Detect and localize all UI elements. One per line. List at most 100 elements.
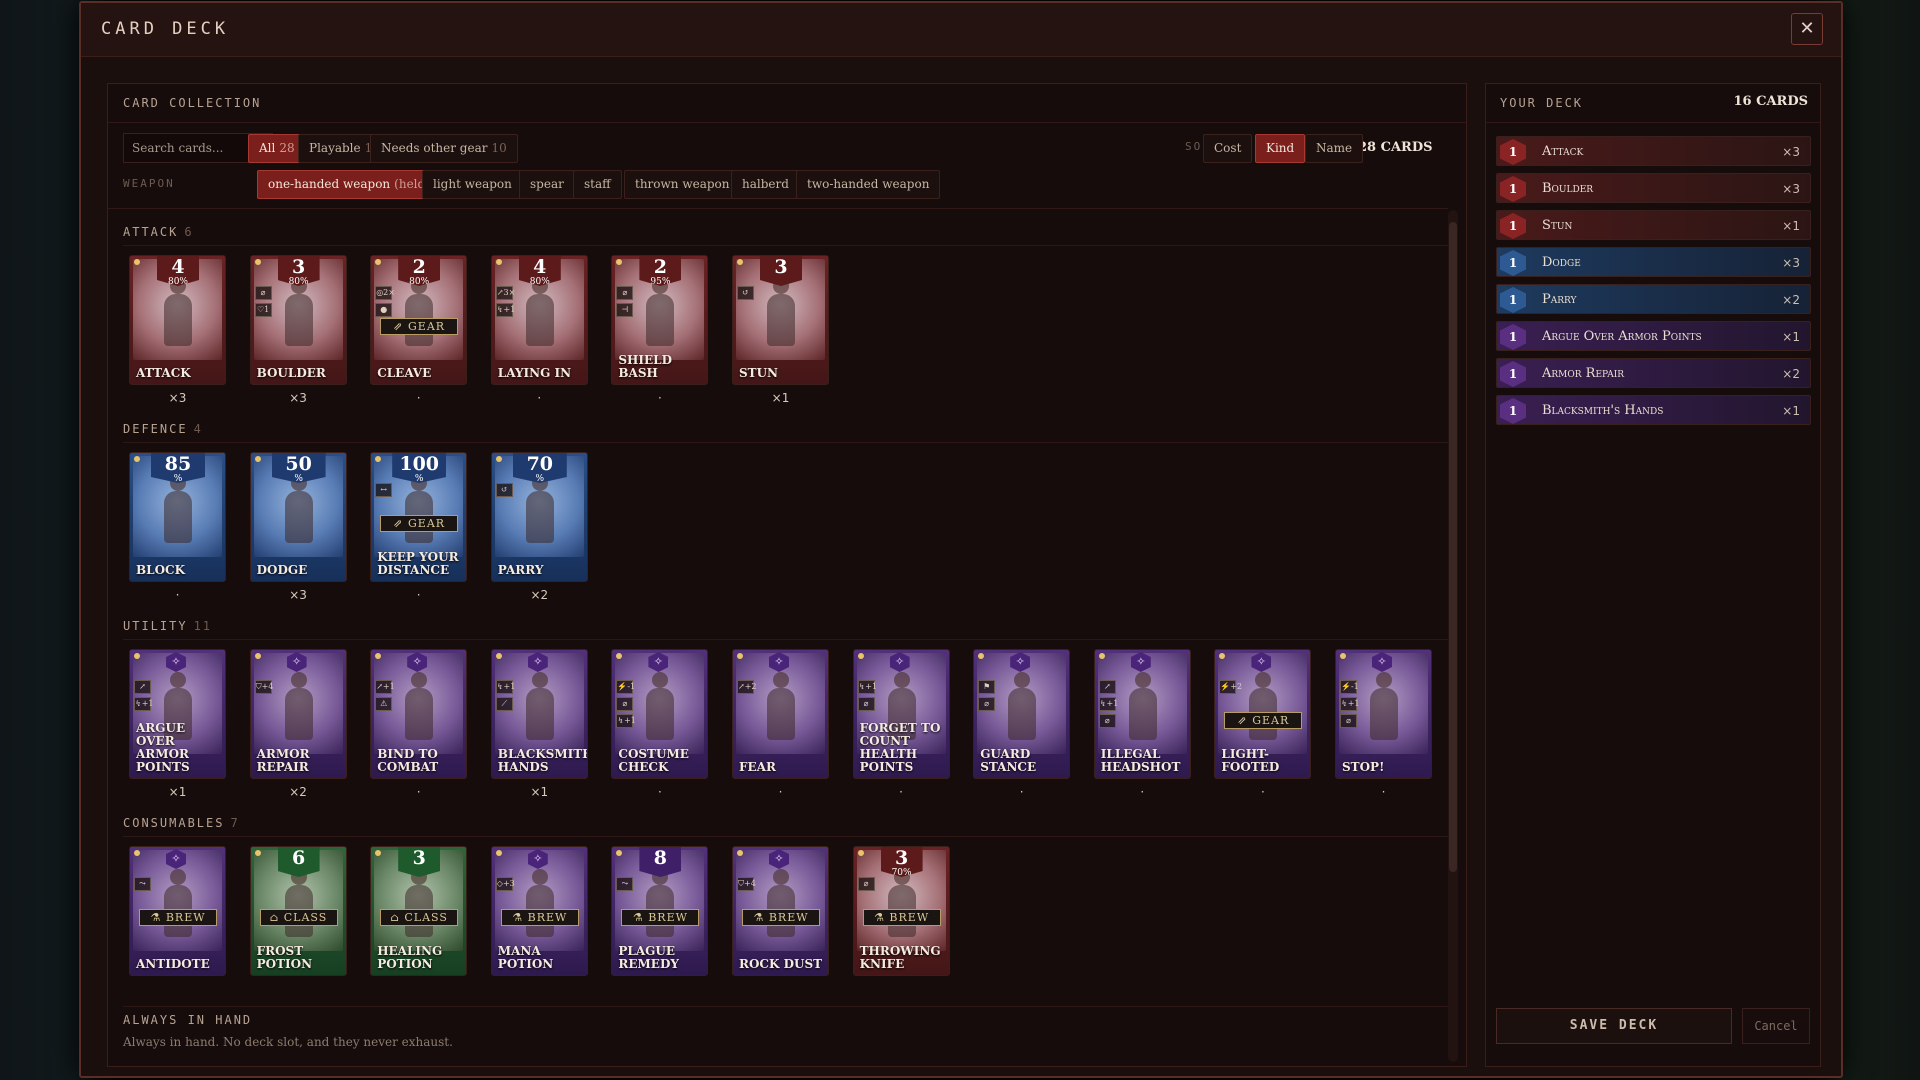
card-plague-remedy[interactable]: 8 ⤳ ⚗ BREW Plague Remedy <box>611 846 709 976</box>
card-stun[interactable]: 3 ↺ Stun <box>732 255 829 385</box>
card-cost: 100% <box>392 453 447 483</box>
card-cost: 8 <box>639 847 682 877</box>
card-grid[interactable]: ATTACK 6 4 80% Attack ×3 3 80% ⌀ ♡1 Boulder ×3 2 80% ◎… <box>108 208 1448 1066</box>
deck-entry-argue-over-armor-points[interactable]: 1 Argue Over Armor Points ×1 <box>1496 321 1811 351</box>
filter-all[interactable]: All 28 <box>248 134 306 163</box>
stat-icon: ⌀ <box>857 697 875 711</box>
card-throwing-knife[interactable]: 3 70% ⌀ ⚗ BREW Throwing Knife <box>852 846 950 976</box>
close-button[interactable]: ✕ <box>1791 13 1823 45</box>
card-count: 28 CARDS <box>1358 140 1433 155</box>
weapon-one-handed-weapon[interactable]: one-handed weapon (held) <box>257 170 441 199</box>
deck-entry-name: Attack <box>1542 144 1584 159</box>
card-name: Rock Dust <box>739 957 823 971</box>
card-laying-in[interactable]: 4 80% ↗3× ↯+1 Laying In <box>490 255 588 385</box>
card-costume-check[interactable]: ✧ ⚡-1 ⌀ ↯+1 Costume Check <box>611 649 709 779</box>
card-mana-potion[interactable]: ✧ ◇+3 ⚗ BREW Mana Potion <box>490 846 588 976</box>
weapon-two-handed-weapon[interactable]: two-handed weapon <box>796 170 941 199</box>
card-name: Light-Footed <box>1221 747 1280 774</box>
card-argue-over-armor-points[interactable]: ✧ ↗ ↯+1 Argue Over Armor Points <box>129 649 226 779</box>
save-deck-button[interactable]: SAVE DECK <box>1496 1008 1732 1044</box>
deck-count: 16 CARDS <box>1733 94 1808 109</box>
sort-kind[interactable]: Kind <box>1255 134 1306 163</box>
card-armor-repair[interactable]: ✧ ⛉+4 Armor Repair <box>249 649 347 779</box>
card-healing-potion[interactable]: 3 ⌂ CLASS Healing Potion <box>370 846 468 976</box>
stat-icon: ⌀ <box>616 697 634 711</box>
sort-cost[interactable]: Cost <box>1203 134 1253 163</box>
deck-entry-dodge[interactable]: 1 Dodge ×3 <box>1496 247 1811 277</box>
card-boulder[interactable]: 3 80% ⌀ ♡1 Boulder <box>249 255 347 385</box>
deck-entry-armor-repair[interactable]: 1 Armor Repair ×2 <box>1496 358 1811 388</box>
card-tag: ⚗ BREW <box>862 909 941 926</box>
card-quantity: · <box>1019 785 1024 799</box>
scrollbar-thumb[interactable] <box>1449 222 1457 872</box>
card-illegal-headshot[interactable]: ✧ ↗ ↯+1 ⌀ Illegal Headshot <box>1093 649 1191 779</box>
card-name: Keep Your Distance <box>377 550 459 577</box>
cancel-button[interactable]: Cancel <box>1742 1008 1810 1044</box>
deck-entry-parry[interactable]: 1 Parry ×2 <box>1496 284 1811 314</box>
card-antidote[interactable]: ✧ ⤳ ⚗ BREW Antidote <box>129 846 226 976</box>
card-figure <box>284 475 313 543</box>
section-count: 7 <box>230 816 240 830</box>
stat-icon: ⊣ <box>616 303 634 317</box>
card-dodge[interactable]: 50% Dodge <box>249 452 347 582</box>
card-name: Illegal Headshot <box>1100 747 1181 774</box>
card-frost-potion[interactable]: 6 ⌂ CLASS Frost Potion <box>249 846 347 976</box>
stat-icon: ↯+1 <box>495 303 515 317</box>
card-name: Laying In <box>497 366 572 380</box>
stat-icon: ⌀ <box>254 286 272 300</box>
card-light-footed[interactable]: ✧ ⚡+2 ⇗ GEAR Light-Footed <box>1214 649 1312 779</box>
card-bind-to-combat[interactable]: ✧ ↗+1 ⚠ Bind to Combat <box>370 649 468 779</box>
card-cost: 2 95% <box>639 256 682 286</box>
card-cost: 3 <box>398 847 441 877</box>
card-forget-to-count-health-points[interactable]: ✧ ↯+1 ⌀ Forget to Count Health Points <box>852 649 950 779</box>
weapon-halberd[interactable]: halberd <box>731 170 800 199</box>
card-name: Costume Check <box>618 747 689 774</box>
weapon-thrown-weapon[interactable]: thrown weapon <box>624 170 741 199</box>
cost-value: 3 <box>291 256 306 278</box>
card-figure <box>525 475 554 543</box>
weapon-staff[interactable]: staff <box>573 170 622 199</box>
card-name: Cleave <box>377 366 432 380</box>
deck-entry-stun[interactable]: 1 Stun ×1 <box>1496 210 1811 240</box>
card-deck-modal: CARD DECK ✕ CARD COLLECTION SORT 28 CARD… <box>79 1 1843 1078</box>
card-tag: ⌂ CLASS <box>259 909 338 926</box>
card-rock-dust[interactable]: ✧ ⛉+4 ⚗ BREW Rock Dust <box>732 846 829 976</box>
section-name: UTILITY <box>123 619 188 633</box>
deck-entry-boulder[interactable]: 1 Boulder ×3 <box>1496 173 1811 203</box>
card-cost: 2 80% <box>398 256 441 286</box>
deck-entry-blacksmith-s-hands[interactable]: 1 Blacksmith's Hands ×1 <box>1496 395 1811 425</box>
card-name: Boulder <box>256 366 326 380</box>
card-cleave[interactable]: 2 80% ◎2× ● ⇗ GEAR Cleave <box>370 255 468 385</box>
cost-value: 4 <box>533 256 547 278</box>
card-figure <box>1128 672 1157 740</box>
card-stop[interactable]: ✧ ⚡-1 ↯+1 ⌀ STOP! <box>1335 649 1432 779</box>
deck-entry-attack[interactable]: 1 Attack ×3 <box>1496 136 1811 166</box>
filter-needs-other-gear[interactable]: Needs other gear 10 <box>370 134 518 163</box>
stat-icon: ⚡+2 <box>1219 680 1242 694</box>
stat-icon: ↯+1 <box>857 680 877 694</box>
card-attack[interactable]: 4 80% Attack <box>129 255 226 385</box>
card-shield-bash[interactable]: 2 95% ⌀ ⊣ Shield Bash <box>611 255 709 385</box>
card-keep-your-distance[interactable]: 100% ↔ ⇗ GEAR Keep Your Distance <box>370 452 468 582</box>
section-title-utility: UTILITY 11 <box>123 619 212 633</box>
weapon-light-weapon[interactable]: light weapon <box>422 170 523 199</box>
deck-entry-quantity: ×1 <box>1782 330 1800 344</box>
card-fear[interactable]: ✧ ↗+2 Fear <box>732 649 829 779</box>
sort-name[interactable]: Name <box>1305 134 1364 163</box>
card-guard-stance[interactable]: ✧ ⚑ ⌀ Guard Stance <box>973 649 1071 779</box>
cost-hex-icon: 1 <box>1500 213 1526 239</box>
weapon-spear[interactable]: spear <box>519 170 575 199</box>
card-figure <box>164 278 192 346</box>
energy-dot <box>1340 653 1346 659</box>
section-divider <box>123 442 1448 443</box>
card-block[interactable]: 85% Block <box>129 452 226 582</box>
card-name: Plague Remedy <box>618 944 679 971</box>
card-name: Throwing Knife <box>859 944 941 971</box>
card-name: Frost Potion <box>256 944 313 971</box>
energy-dot <box>857 850 864 856</box>
divider <box>108 122 1466 123</box>
scrollbar[interactable] <box>1448 210 1458 1062</box>
card-blacksmith-s-hands[interactable]: ✧↯+1⟋Blacksmith's Hands <box>490 649 588 779</box>
card-parry[interactable]: 70% ↺ Parry <box>490 452 588 582</box>
stat-icon: ⌀ <box>616 286 634 300</box>
